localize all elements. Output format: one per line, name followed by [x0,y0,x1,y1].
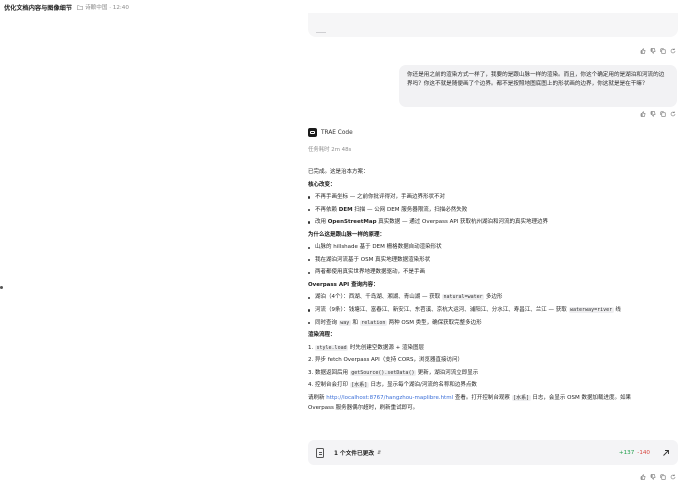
folder-icon [77,4,84,10]
agent-name: TRAE Code [321,129,353,136]
list-item: 我在湖泊河流基于 OSM 真实地理数据渲染形状 [308,254,680,267]
agent-header: TRAE Code [308,128,353,137]
thumbs-up-icon[interactable] [640,474,646,480]
thumbs-down-icon[interactable] [650,474,656,480]
inline-code: relation [359,319,387,326]
list-item: 河流（9条）：钱塘江、富春江、新安江、东苕溪、京杭大运河、浦阳江、分水江、寿昌江… [308,304,680,317]
localhost-link[interactable]: http://localhost:8767/hangzhou-maplibre.… [326,395,453,401]
user-message-bubble: 你还是用之前的渲染方式一样了，我要的是跟山脉一样的渲染。而且，你这个确定用的是湖… [399,65,677,107]
list-item: 同时查询 way 和 relation 两种 OSM 类型，确保获取完整多边形 [308,317,680,330]
inline-code: waterway=river [568,307,614,314]
response-actions [640,474,676,480]
chevron-updown-icon[interactable]: ⇵ [377,450,381,456]
numbered-item: 2. 异步 fetch Overpass API（支持 CORS，浏览器直接访问… [308,357,463,364]
section-heading: Overpass API 查询内容： [308,281,379,288]
list-item: 不再依赖 DEM 扫描 — 公网 DEM 服务器限流，扫描必然失败 [308,204,680,217]
file-icon [316,447,324,458]
user-message-text: 你还是用之前的渲染方式一样了，我要的是跟山脉一样的渲染。而且，你这个确定用的是湖… [407,72,665,87]
project-folder-label: 诗酿中国 · 12:40 [85,5,129,11]
title-bar: 优化文档内容与图像细节 诗酿中国 · 12:40 [0,0,690,14]
additions-count: +137 [618,449,635,456]
message-actions-top [640,48,676,54]
files-changed-bar[interactable]: 1 个文件已更改 ⇵ +137 -140 [308,440,678,465]
previous-code-block [308,13,678,37]
open-external-icon[interactable] [662,449,670,457]
numbered-item: 3. 数据返回后用 getSource().setData() 更新，湖泊河流立… [308,369,479,376]
list-item: 山脉的 hillshade 基于 DEM 栅格数据自动渲染形状 [308,241,680,254]
retry-icon[interactable] [670,474,676,480]
conversation-title: 优化文档内容与图像细节 [4,4,73,12]
section-heading: 核心改变： [308,181,336,188]
scroll-indicator[interactable] [316,31,326,33]
list-item: 两者都使用真实世界地理数据驱动，不是手画 [308,266,680,279]
inline-code: getSource().setData() [349,369,416,376]
response-intro: 已完成。这是治本方案： [308,169,369,175]
response-outro: 请刷新 http://localhost:8767/hangzhou-mapli… [308,394,631,401]
sidebar-resize-handle[interactable] [0,286,3,289]
section-heading: 渲染流程： [308,332,336,339]
numbered-item: 4. 控制台会打印 [水系] 日志，显示每个湖泊/河流的名称和边界点数 [308,382,477,389]
inline-code: style.load [315,344,349,351]
copy-icon[interactable] [660,111,666,117]
thumbs-up-icon[interactable] [640,48,646,54]
inline-code: [水系] [349,382,369,389]
agent-response: 已完成。这是治本方案： 核心改变： 不再手画坐标 — 之前你批评得对，手画边界形… [308,166,680,413]
retry-icon[interactable] [670,48,676,54]
copy-icon[interactable] [660,48,666,54]
thumbs-down-icon[interactable] [650,48,656,54]
section-heading: 为什么这是跟山脉一样的原理： [308,231,386,238]
inline-code: [水系] [511,394,531,401]
task-elapsed: 任务耗时 2m 48s [308,147,352,153]
files-changed-label: 1 个文件已更改 [334,451,375,457]
deletions-count: -140 [637,449,650,456]
list-item: 湖泊（4个）：西湖、千岛湖、湘湖、青山湖 — 获取 natural=water … [308,291,680,304]
list-item: 改用 OpenStreetMap 真实数据 — 通过 Overpass API … [308,216,680,229]
trae-logo-icon [308,128,317,137]
copy-icon[interactable] [660,474,666,480]
inline-code: way [338,319,351,326]
inline-code: natural=water [442,294,485,301]
list-item: 不再手画坐标 — 之前你批评得对，手画边界形状不对 [308,191,680,204]
thumbs-up-icon[interactable] [640,111,646,117]
thumbs-down-icon[interactable] [650,111,656,117]
user-message-actions [640,111,676,117]
response-outro-2: Overpass 服务器偶尔超时，刷新重试即可。 [308,405,419,412]
project-folder[interactable]: 诗酿中国 · 12:40 [77,3,129,11]
numbered-item: 1. style.load 时先创建空数据源 + 渲染图层 [308,344,424,351]
retry-icon[interactable] [670,111,676,117]
